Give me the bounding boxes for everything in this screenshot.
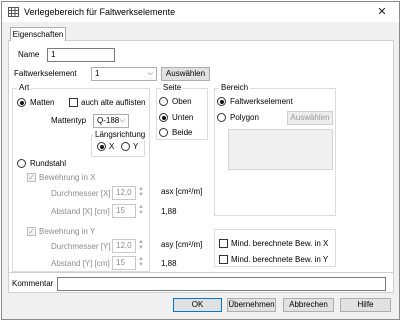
asy-value: 1,88 <box>161 259 177 268</box>
ok-button[interactable]: OK <box>173 298 222 312</box>
richtung-y-radio[interactable] <box>121 142 130 151</box>
bereich-group-title: Bereich <box>219 83 251 93</box>
asx-label: asx [cm²/m] <box>161 187 203 196</box>
kommentar-input[interactable] <box>57 277 386 291</box>
alte-auflisten-label: auch alte auflisten <box>81 98 146 107</box>
mattentyp-value: Q-188 <box>97 116 120 125</box>
durchmesser-y-input[interactable]: 12,0 <box>112 239 136 253</box>
laengsrichtung-title: Längsrichtung <box>93 130 148 140</box>
asx-value: 1,88 <box>161 207 177 216</box>
mind-y-checkbox[interactable] <box>219 255 228 264</box>
abstand-x-input[interactable]: 15 <box>112 204 136 218</box>
hilfe-button[interactable]: Hilfe <box>340 298 391 312</box>
durchmesser-y-spinner[interactable]: ▲ ▼ <box>138 239 144 251</box>
close-icon[interactable]: ✕ <box>374 5 390 19</box>
mind-x-label: Mind. berechnete Bew. in X <box>231 239 329 248</box>
richtung-x-radio[interactable] <box>97 142 106 151</box>
bereich-auswaehlen-button[interactable]: Auswählen <box>287 111 333 125</box>
bewehrung-x-checkbox[interactable]: ✓ <box>27 173 36 182</box>
seite-unten-radio[interactable] <box>159 113 168 122</box>
tab-eigenschaften[interactable]: Eigenschaften <box>10 27 66 41</box>
faltwerkselement-value: 1 <box>95 69 100 78</box>
grid-icon <box>8 7 19 17</box>
title-bar: Verlegebereich für Faltwerkselemente ✕ <box>2 2 399 22</box>
abbrechen-button[interactable]: Abbrechen <box>283 298 334 312</box>
kommentar-label: Kommentar <box>12 279 54 288</box>
bereich-polygon-radio[interactable] <box>217 113 226 122</box>
durchmesser-x-spinner[interactable]: ▲ ▼ <box>138 186 144 198</box>
faltwerkselement-select[interactable]: 1 ⌵ <box>91 67 157 81</box>
abstand-x-spinner[interactable]: ▲ ▼ <box>138 204 144 216</box>
durchmesser-x-input[interactable]: 12,0 <box>112 186 136 200</box>
name-input[interactable]: 1 <box>47 48 115 62</box>
mind-y-label: Mind. berechnete Bew. in Y <box>231 255 329 264</box>
seite-beide-radio[interactable] <box>159 128 168 137</box>
chevron-down-icon: ⌵ <box>147 70 153 77</box>
window-title: Verlegebereich für Faltwerkselemente <box>24 7 176 17</box>
abstand-y-label: Abstand [Y] [cm] <box>51 259 110 268</box>
abstand-y-input[interactable]: 15 <box>112 256 136 270</box>
bereich-polygon-label: Polygon <box>230 113 259 122</box>
abstand-x-label: Abstand [X] [cm] <box>51 207 110 216</box>
dialog-window: Verlegebereich für Faltwerkselemente ✕ E… <box>1 1 400 320</box>
mattentyp-label: Mattentyp <box>51 116 87 125</box>
bewehrung-y-label: Bewehrung in Y <box>39 227 96 236</box>
faltwerkselement-auswaehlen-button[interactable]: Auswählen <box>161 67 210 81</box>
name-label: Name <box>18 50 40 59</box>
alte-auflisten-checkbox[interactable] <box>69 98 78 107</box>
abstand-y-spinner[interactable]: ▲ ▼ <box>138 256 144 268</box>
polygon-list[interactable] <box>228 129 333 170</box>
richtung-x-label: X <box>109 142 115 151</box>
asy-label: asy [cm²/m] <box>161 240 203 249</box>
matten-radio[interactable] <box>17 98 26 107</box>
divider <box>9 272 393 273</box>
seite-oben-radio[interactable] <box>159 97 168 106</box>
bereich-faltwerkselement-label: Faltwerkselement <box>230 97 293 106</box>
bereich-faltwerkselement-radio[interactable] <box>217 97 226 106</box>
richtung-y-label: Y <box>133 142 139 151</box>
seite-oben-label: Oben <box>172 97 192 106</box>
rundstahl-radio[interactable] <box>17 159 26 168</box>
chevron-down-icon: ⌵ <box>119 117 125 124</box>
mattentyp-select[interactable]: Q-188 ⌵ <box>93 114 129 128</box>
rundstahl-label: Rundstahl <box>30 159 67 168</box>
matten-label: Matten <box>30 98 55 107</box>
seite-group-title: Seite <box>161 83 184 93</box>
properties-panel: Name 1 Faltwerkselement 1 ⌵ Auswählen Ar… <box>8 40 394 293</box>
mind-x-checkbox[interactable] <box>219 239 228 248</box>
seite-unten-label: Unten <box>172 113 194 122</box>
seite-beide-label: Beide <box>172 128 193 137</box>
bewehrung-y-checkbox[interactable]: ✓ <box>27 227 36 236</box>
art-group-title: Art <box>17 83 32 93</box>
uebernehmen-button[interactable]: Übernehmen <box>227 298 276 312</box>
faltwerkselement-label: Faltwerkselement <box>14 69 77 78</box>
bewehrung-x-label: Bewehrung in X <box>39 173 96 182</box>
